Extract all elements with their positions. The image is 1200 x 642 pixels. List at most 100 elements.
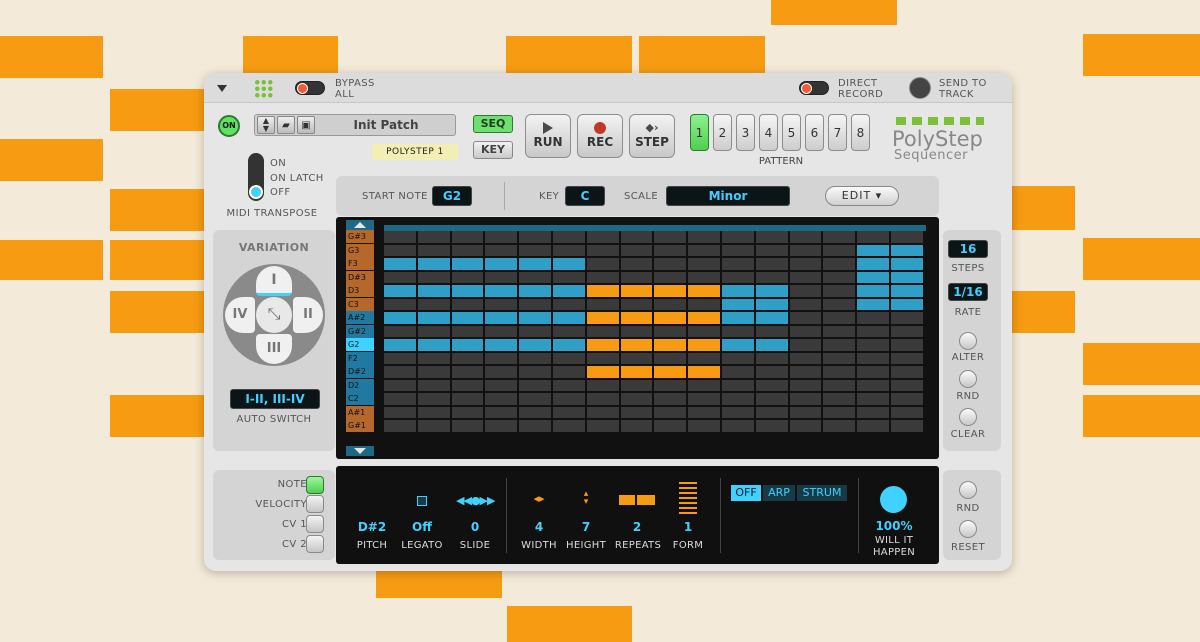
step-cell[interactable] [688, 325, 720, 337]
step-cell[interactable] [586, 285, 619, 297]
step-cell[interactable] [891, 298, 923, 310]
step-cell[interactable] [789, 285, 822, 297]
step-cell[interactable] [823, 285, 856, 297]
step-cell[interactable] [722, 312, 754, 324]
step-cell[interactable] [857, 379, 889, 391]
step-cell[interactable] [688, 258, 720, 270]
clear-button[interactable] [959, 408, 977, 426]
variation-ii-button[interactable]: II [293, 297, 323, 333]
step-cell[interactable] [857, 271, 889, 283]
step-cell[interactable] [654, 339, 687, 351]
step-cell[interactable] [688, 271, 720, 283]
step-cell[interactable] [553, 285, 585, 297]
step-cell[interactable] [519, 258, 551, 270]
note-label-c3[interactable]: C3 [346, 297, 374, 311]
step-cell[interactable] [586, 339, 619, 351]
step-cell[interactable] [823, 231, 856, 243]
step-cell[interactable] [485, 298, 518, 310]
step-cell[interactable] [451, 406, 484, 418]
step-cell[interactable] [755, 393, 788, 405]
step-cell[interactable] [654, 406, 687, 418]
seq-mode-button[interactable]: SEQ [473, 115, 513, 133]
step-cell[interactable] [417, 406, 450, 418]
step-cell[interactable] [755, 420, 788, 432]
step-cell[interactable] [620, 244, 653, 256]
step-cell[interactable] [891, 271, 923, 283]
step-cell[interactable] [384, 393, 416, 405]
step-cell[interactable] [654, 258, 687, 270]
step-cell[interactable] [891, 366, 923, 378]
step-cell[interactable] [417, 285, 450, 297]
step-cell[interactable] [553, 393, 585, 405]
device-name-tape[interactable]: POLYSTEP 1 [372, 144, 458, 160]
step-cell[interactable] [384, 379, 416, 391]
step-cell[interactable] [722, 352, 754, 364]
step-cell[interactable] [485, 271, 518, 283]
step-cell[interactable] [485, 339, 518, 351]
step-cell[interactable] [586, 271, 619, 283]
random-button[interactable] [959, 370, 977, 388]
step-cell[interactable] [857, 339, 889, 351]
step-cell[interactable] [722, 339, 754, 351]
step-cell[interactable] [485, 258, 518, 270]
legato-value[interactable]: Off [402, 520, 442, 534]
step-cell[interactable] [485, 379, 518, 391]
step-cell[interactable] [688, 366, 720, 378]
step-cell[interactable] [586, 325, 619, 337]
steps-display[interactable]: 16 [948, 240, 988, 258]
step-cell[interactable] [891, 406, 923, 418]
step-cell[interactable] [519, 366, 551, 378]
step-cell[interactable] [620, 352, 653, 364]
step-cell[interactable] [823, 312, 856, 324]
step-cell[interactable] [384, 339, 416, 351]
step-cell[interactable] [789, 244, 822, 256]
step-cell[interactable] [755, 298, 788, 310]
step-cell[interactable] [451, 231, 484, 243]
step-button[interactable]: ◆› STEP [629, 114, 675, 158]
step-cell[interactable] [823, 420, 856, 432]
step-cell[interactable] [553, 271, 585, 283]
step-cell[interactable] [519, 312, 551, 324]
step-cell[interactable] [417, 352, 450, 364]
step-cell[interactable] [688, 244, 720, 256]
step-cell[interactable] [384, 298, 416, 310]
variation-iii-button[interactable]: III [256, 334, 292, 364]
step-cell[interactable] [857, 231, 889, 243]
step-cell[interactable] [553, 231, 585, 243]
pattern-button-5[interactable]: 5 [782, 114, 801, 151]
step-cell[interactable] [620, 379, 653, 391]
step-cell[interactable] [823, 406, 856, 418]
step-cell[interactable] [891, 244, 923, 256]
step-cell[interactable] [586, 379, 619, 391]
step-cell[interactable] [755, 339, 788, 351]
step-cell[interactable] [823, 271, 856, 283]
run-button[interactable]: RUN [525, 114, 571, 158]
step-cell[interactable] [620, 339, 653, 351]
step-cell[interactable] [553, 366, 585, 378]
step-cell[interactable] [384, 271, 416, 283]
step-cell[interactable] [519, 325, 551, 337]
step-cell[interactable] [823, 379, 856, 391]
width-value[interactable]: 4 [519, 520, 559, 534]
step-cell[interactable] [417, 258, 450, 270]
step-cell[interactable] [451, 258, 484, 270]
step-cell[interactable] [789, 325, 822, 337]
step-cell[interactable] [654, 231, 687, 243]
step-cell[interactable] [586, 298, 619, 310]
reset-button[interactable] [959, 520, 977, 538]
variation-center[interactable]: ⤡ [256, 297, 292, 333]
step-cell[interactable] [722, 285, 754, 297]
on-button[interactable]: ON [218, 115, 240, 137]
save-icon[interactable]: ▣ [297, 116, 315, 134]
step-cell[interactable] [519, 285, 551, 297]
step-cell[interactable] [485, 393, 518, 405]
step-cell[interactable] [688, 379, 720, 391]
step-cell[interactable] [451, 366, 484, 378]
step-cell[interactable] [654, 325, 687, 337]
step-cell[interactable] [620, 406, 653, 418]
pattern-button-7[interactable]: 7 [828, 114, 847, 151]
step-cell[interactable] [857, 406, 889, 418]
step-cell[interactable] [789, 406, 822, 418]
step-cell[interactable] [384, 244, 416, 256]
step-cell[interactable] [688, 393, 720, 405]
